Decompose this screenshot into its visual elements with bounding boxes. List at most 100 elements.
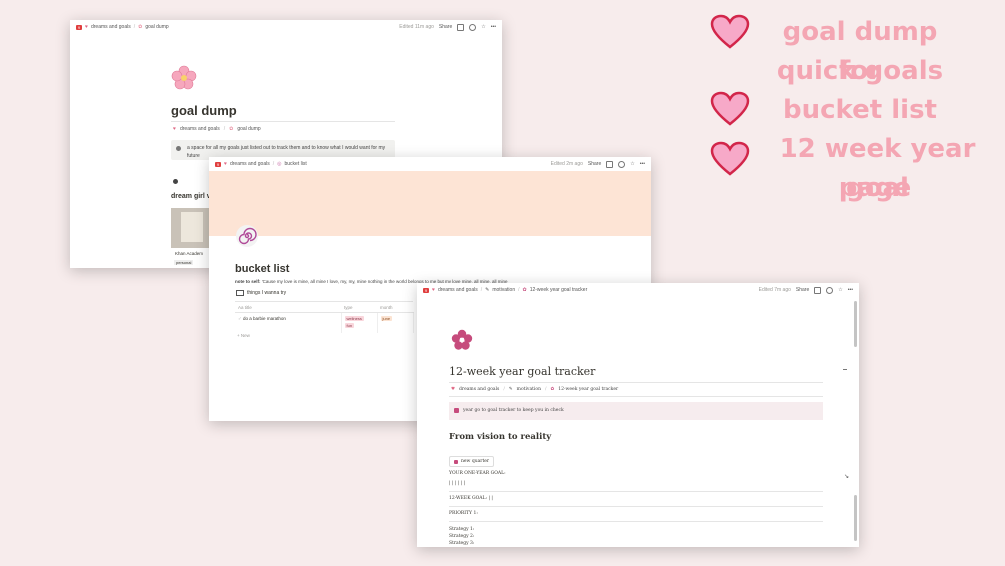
page-title: bucket list bbox=[235, 263, 290, 275]
comment-icon[interactable] bbox=[814, 286, 822, 294]
divider bbox=[449, 521, 823, 522]
one-year-goal-blanks[interactable]: | | | | | | bbox=[449, 481, 465, 486]
speech-bubble-icon bbox=[173, 179, 178, 184]
strategy-1[interactable]: Strategy 1: bbox=[449, 527, 474, 532]
scrollbar-bottom[interactable] bbox=[854, 495, 857, 541]
callout-text: year go to goal tracker to keep you in c… bbox=[463, 408, 564, 413]
inline-crumb-goal-tracker[interactable]: 12-week year goal tracker bbox=[558, 387, 618, 392]
column-header-title[interactable]: Aa title bbox=[235, 301, 341, 313]
divider bbox=[171, 121, 395, 122]
heart-icon: ♥ bbox=[85, 24, 88, 30]
divider bbox=[449, 491, 823, 492]
new-quarter-button[interactable]: new quarter bbox=[449, 456, 495, 467]
gallery-card-image[interactable] bbox=[171, 208, 211, 248]
notification-badge[interactable]: 9 bbox=[215, 161, 221, 167]
heart-icon: ♥ bbox=[224, 161, 227, 167]
breadcrumb-dreams-and-goals[interactable]: dreams and goals bbox=[438, 287, 478, 293]
section-heading: dream girl v bbox=[171, 193, 211, 200]
history-icon[interactable] bbox=[618, 160, 626, 168]
breadcrumb-dreams-and-goals[interactable]: dreams and goals bbox=[91, 24, 131, 30]
inline-breadcrumb: ♥ dreams and goals / ✎ motivation / ✿ 12… bbox=[451, 387, 619, 392]
flower-icon bbox=[451, 329, 473, 350]
gallery-card-label[interactable]: Khan Academ bbox=[175, 251, 203, 256]
history-icon[interactable] bbox=[826, 286, 834, 294]
pencil-icon: ✎ bbox=[485, 287, 490, 293]
breadcrumb-bucket-list[interactable]: bucket list bbox=[284, 161, 306, 167]
strategy-2[interactable]: Strategy 2: bbox=[449, 534, 474, 539]
page-cover bbox=[209, 171, 651, 236]
gallery-card-tag: personal bbox=[174, 260, 194, 265]
promo-line-quick-goals: quick goals bbox=[776, 56, 944, 86]
heart-icon: ♥ bbox=[451, 387, 456, 392]
scrollbar-top[interactable] bbox=[854, 301, 857, 347]
database-title-text[interactable]: things I wanna try bbox=[247, 290, 286, 296]
star-icon[interactable]: ☆ bbox=[838, 287, 842, 293]
section-heading: From vision to reality bbox=[449, 432, 552, 442]
promo-line-page: page bbox=[838, 173, 912, 203]
more-icon[interactable]: ••• bbox=[848, 287, 853, 293]
breadcrumb-goal-dump[interactable]: goal dump bbox=[145, 24, 168, 30]
strategy-3[interactable]: Strategy 3: bbox=[449, 541, 474, 546]
inline-crumb-dreams-and-goals[interactable]: dreams and goals bbox=[180, 126, 220, 132]
comment-icon[interactable] bbox=[457, 23, 465, 31]
row-type[interactable]: wellness fun bbox=[341, 312, 378, 333]
callout-block: year go to goal tracker to keep you in c… bbox=[449, 402, 823, 420]
row-title-text[interactable]: do a barbie marathon bbox=[243, 316, 286, 321]
new-quarter-label[interactable]: new quarter bbox=[461, 459, 489, 464]
inline-crumb-dreams-and-goals[interactable]: dreams and goals bbox=[459, 387, 499, 392]
comment-icon[interactable] bbox=[606, 160, 614, 168]
notification-badge[interactable]: 9 bbox=[423, 287, 429, 293]
table-row[interactable]: ✓ do a barbie marathon wellness fun june bbox=[235, 312, 414, 333]
edited-timestamp: Edited 7m ago bbox=[758, 287, 791, 293]
cherry-blossom-icon bbox=[171, 65, 197, 90]
expand-arrow-icon[interactable]: ↘ bbox=[844, 473, 849, 480]
divider bbox=[449, 382, 823, 383]
type-tag: wellness bbox=[344, 316, 364, 321]
edited-timestamp: Edited 2m ago bbox=[550, 161, 583, 167]
topbar: 9 ♥ dreams and goals / ✎ motivation / ✿ … bbox=[417, 283, 859, 297]
page-title: goal dump bbox=[171, 103, 237, 118]
share-button[interactable]: Share bbox=[588, 161, 601, 167]
note-label: note to self: bbox=[235, 279, 261, 284]
share-button[interactable]: Share bbox=[796, 287, 809, 293]
row-month[interactable]: june bbox=[377, 312, 414, 333]
inline-crumb-goal-dump[interactable]: goal dump bbox=[237, 126, 260, 132]
inline-crumb-motivation[interactable]: motivation bbox=[517, 387, 541, 392]
more-icon[interactable]: ••• bbox=[491, 24, 496, 30]
star-icon[interactable]: ☆ bbox=[481, 24, 485, 30]
column-header-type[interactable]: type bbox=[341, 301, 377, 313]
breadcrumb-goal-tracker[interactable]: 12-week year goal tracker bbox=[530, 287, 588, 293]
document-icon bbox=[454, 408, 459, 413]
topbar: 9 ♥ dreams and goals / ✿ goal dump Edite… bbox=[70, 20, 502, 34]
type-tag: fun bbox=[344, 323, 355, 328]
heart-icon bbox=[710, 91, 750, 126]
star-icon[interactable]: ☆ bbox=[630, 161, 634, 167]
promo-list: goal dump for quick goals bucket list 12… bbox=[700, 10, 1000, 220]
flower-icon: ✿ bbox=[522, 287, 527, 293]
database-title[interactable]: things I wanna try bbox=[236, 290, 286, 296]
more-icon[interactable]: ••• bbox=[640, 161, 645, 167]
spiral-icon bbox=[236, 225, 258, 247]
notification-badge[interactable]: 9 bbox=[76, 24, 82, 30]
row-title[interactable]: ✓ do a barbie marathon bbox=[235, 312, 342, 333]
breadcrumb-motivation[interactable]: motivation bbox=[492, 287, 515, 293]
divider bbox=[449, 396, 823, 397]
page-title: 12-week year goal tracker bbox=[449, 365, 596, 378]
column-header-month[interactable]: month bbox=[377, 301, 413, 313]
flower-icon: ✿ bbox=[138, 24, 143, 30]
info-icon bbox=[176, 146, 181, 151]
divider bbox=[449, 506, 823, 507]
twelve-week-goal-label[interactable]: 12-WEEK GOAL: | | bbox=[449, 496, 493, 501]
flower-icon: ✿ bbox=[550, 387, 555, 392]
one-year-goal-label[interactable]: YOUR ONE-YEAR GOAL: bbox=[449, 471, 506, 476]
history-icon[interactable] bbox=[469, 23, 477, 31]
month-tag: june bbox=[380, 316, 393, 321]
template-icon bbox=[454, 459, 458, 464]
heart-icon bbox=[710, 14, 750, 49]
new-row-button[interactable]: + New bbox=[237, 333, 250, 338]
breadcrumb-dreams-and-goals[interactable]: dreams and goals bbox=[230, 161, 270, 167]
share-button[interactable]: Share bbox=[439, 24, 452, 30]
heart-icon: ♥ bbox=[432, 287, 435, 293]
promo-line-bucket-list: bucket list bbox=[783, 95, 937, 125]
priority-label[interactable]: PRIORITY 1: bbox=[449, 511, 478, 516]
